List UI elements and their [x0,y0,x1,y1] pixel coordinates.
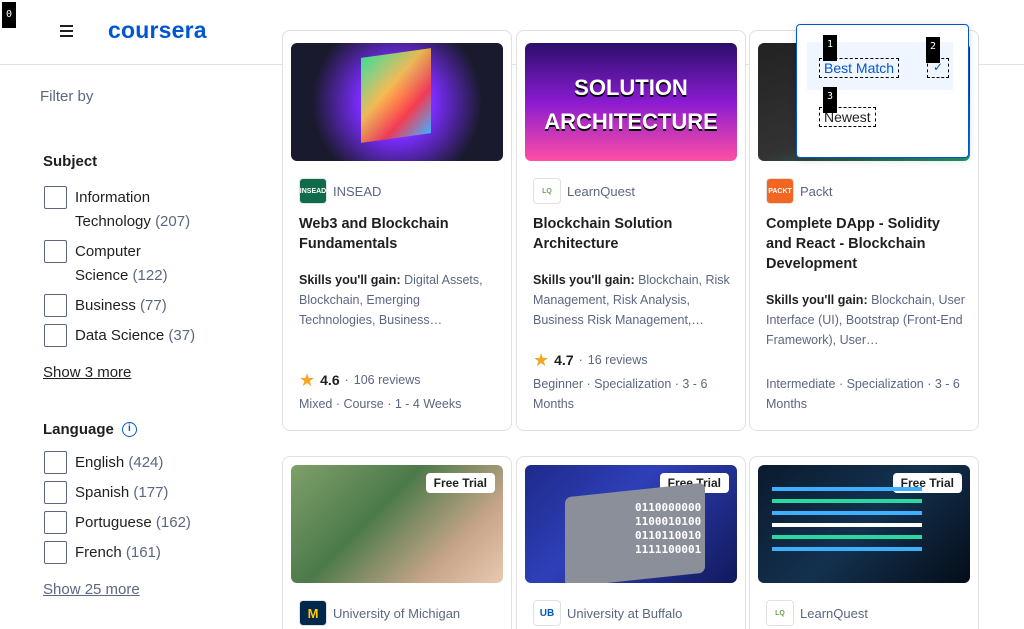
sort-dropdown-menu: Best Match ✓ Newest 1 2 3 [796,24,969,158]
filter-label: Data Science (37) [75,327,196,344]
star-icon: ★ [533,350,550,370]
course-thumbnail: Free Trial 0110000000 1100010100 0110110… [525,465,737,583]
partner-name: Packt [800,183,833,199]
course-card[interactable]: Free Trial LQ LearnQuest [749,456,979,629]
course-title[interactable]: Complete DApp - Solidity and React - Blo… [766,214,966,274]
insead-logo-icon: INSEAD [299,178,327,204]
filter-business[interactable]: Business (77) [44,294,167,318]
code-lines-graphic [772,487,922,491]
partner: M University of Michigan [299,600,460,626]
partner-name: LearnQuest [800,605,868,621]
checkbox[interactable] [44,451,67,474]
course-skills: Skills you'll gain: Digital Assets, Bloc… [299,273,483,327]
partner-name: University of Michigan [333,605,461,621]
free-trial-badge: Free Trial [425,473,495,493]
course-rating: ★ 4.6 · 106 reviews [299,370,421,390]
learnquest-logo-icon: LQ [766,600,794,626]
language-title-text: Language [43,421,114,438]
filter-label: Spanish (177) [75,484,169,501]
partner: LQ LearnQuest [533,178,635,204]
subject-show-more-link[interactable]: Show 3 more [43,364,131,381]
filter-label: Business (77) [75,297,167,314]
filter-english[interactable]: English (424) [44,451,163,475]
filter-label: English (424) [75,454,164,471]
checkbox[interactable] [44,186,67,209]
checkbox[interactable] [44,541,67,564]
language-facet-title: Language i [43,421,137,438]
coursera-logo[interactable]: coursera [108,17,207,44]
star-icon: ★ [299,370,316,390]
partner-name: INSEAD [333,183,382,199]
filter-label: Information Technology (207) [75,189,191,230]
filter-label: Portuguese (162) [75,514,191,531]
filter-data-science[interactable]: Data Science (37) [44,324,195,348]
checkbox[interactable] [44,481,67,504]
filter-label: Computer Science (122) [75,243,168,284]
buffalo-logo-icon: UB [533,600,561,626]
subject-facet-title: Subject [43,153,97,170]
course-thumbnail: Free Trial [291,465,503,583]
partner-name: University at Buffalo [567,605,683,621]
filter-spanish[interactable]: Spanish (177) [44,481,168,505]
element-tag: 2 [926,37,940,63]
course-meta: Beginner · Specialization · 3 - 6 Months [533,377,708,411]
filter-information-technology[interactable]: Information Technology (207) [44,186,190,234]
cube-graphic [361,48,431,143]
partner: PACKT Packt [766,178,833,204]
course-meta: Mixed · Course · 1 - 4 Weeks [299,397,462,411]
course-thumbnail [291,43,503,161]
course-card[interactable]: SOLUTION ARCHITECTURE LQ LearnQuest Bloc… [516,30,746,431]
filter-computer-science[interactable]: Computer Science (122) [44,240,168,288]
partner: UB University at Buffalo [533,600,682,626]
option-label: Best Match [819,58,900,78]
partner-name: LearnQuest [567,183,635,199]
hamburger-menu-icon[interactable] [56,20,78,42]
course-skills: Skills you'll gain: Blockchain, Risk Man… [533,273,730,327]
filter-by-heading: Filter by [40,88,94,105]
partner: INSEAD INSEAD [299,178,381,204]
filter-label: French (161) [75,544,161,561]
checkbox[interactable] [44,324,67,347]
course-thumbnail: SOLUTION ARCHITECTURE [525,43,737,161]
info-icon[interactable]: i [121,422,137,437]
course-title[interactable]: Blockchain Solution Architecture [533,214,733,254]
binary-text: 0110000000 1100010100 0110110010 1111100… [635,501,702,556]
course-card[interactable]: INSEAD INSEAD Web3 and Blockchain Fundam… [282,30,512,431]
packt-logo-icon: PACKT [766,178,794,204]
learnquest-logo-icon: LQ [533,178,561,204]
course-meta: Intermediate · Specialization · 3 - 6 Mo… [766,377,960,411]
subject-title-text: Subject [43,153,98,170]
checkbox[interactable] [44,240,67,263]
course-card[interactable]: Free Trial M University of Michigan [282,456,512,629]
course-card[interactable]: Free Trial 0110000000 1100010100 0110110… [516,456,746,629]
michigan-logo-icon: M [299,600,327,626]
checkbox[interactable] [44,294,67,317]
thumbnail-text: SOLUTION ARCHITECTURE [544,75,718,134]
course-skills: Skills you'll gain: Blockchain, User Int… [766,293,965,347]
element-tag: 1 [823,35,837,61]
checkbox[interactable] [44,511,67,534]
course-title[interactable]: Web3 and Blockchain Fundamentals [299,214,499,254]
element-tag: 0 [2,2,16,28]
filter-portuguese[interactable]: Portuguese (162) [44,511,191,535]
course-thumbnail: Free Trial [758,465,970,583]
partner: LQ LearnQuest [766,600,868,626]
element-tag: 3 [823,87,837,113]
course-rating: ★ 4.7 · 16 reviews [533,350,648,370]
filter-french[interactable]: French (161) [44,541,161,565]
language-show-more-link[interactable]: Show 25 more [43,581,140,598]
